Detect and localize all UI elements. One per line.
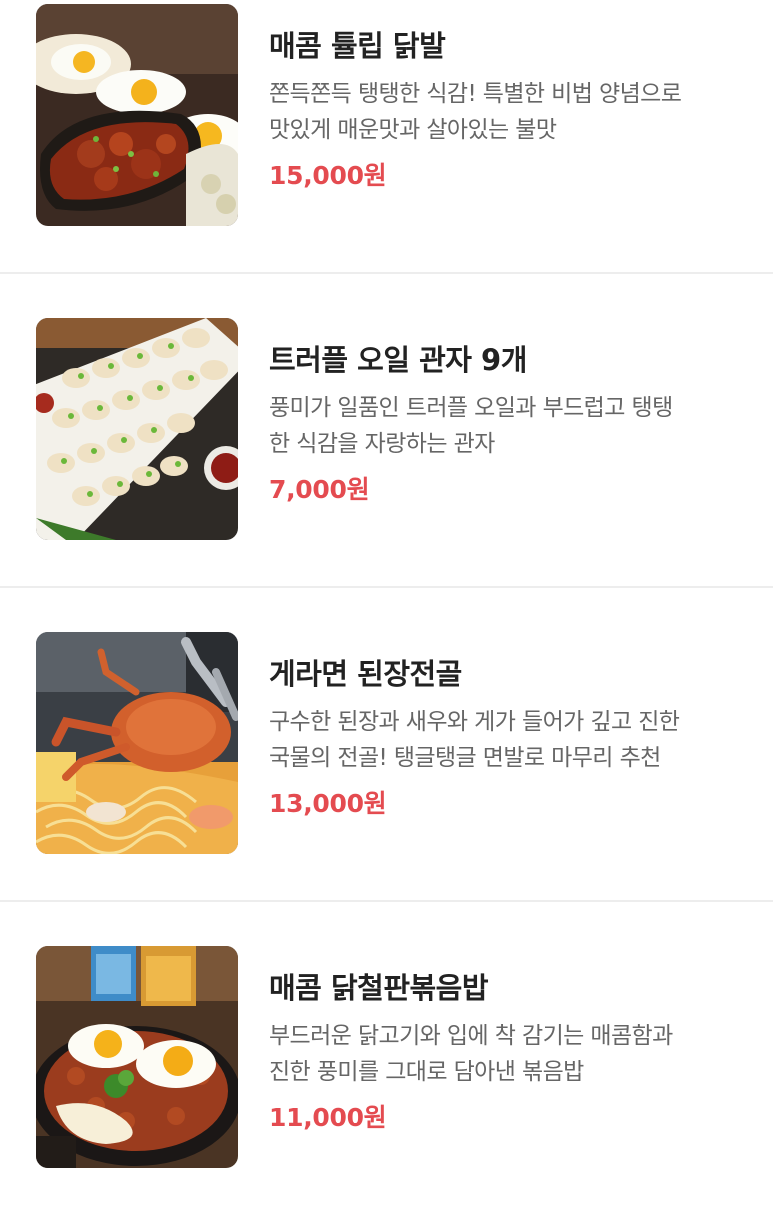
menu-item-description-line: 부드러운 닭고기와 입에 착 감기는 매콤함과 (269, 1023, 673, 1049)
menu-item-price: 7,000원 (269, 475, 370, 504)
menu-item-description: 부드러운 닭고기와 입에 착 감기는 매콤함과 진한 풍미를 그대로 담아낸 볶… (269, 1018, 744, 1090)
menu-item[interactable]: 매콤 닭철판볶음밥 부드러운 닭고기와 입에 착 감기는 매콤함과 진한 풍미를… (0, 902, 773, 1215)
menu-item-price: 11,000원 (269, 1103, 387, 1132)
menu-item-description: 구수한 된장과 새우와 게가 들어가 깊고 진한 국물의 전골! 탱글탱글 면발… (269, 704, 744, 776)
menu-item-price: 13,000원 (269, 789, 387, 818)
menu-item-name: 게라면 된장전골 (269, 657, 462, 691)
menu-item-name: 트러플 오일 관자 9개 (269, 343, 527, 377)
menu-item[interactable]: 매콤 튤립 닭발 쫀득쫀득 탱탱한 식감! 특별한 비법 양념으로 맛있게 매운… (0, 0, 773, 273)
menu-item-price: 15,000원 (269, 161, 387, 190)
menu-item-info: 매콤 닭철판볶음밥 부드러운 닭고기와 입에 착 감기는 매콤함과 진한 풍미를… (269, 968, 749, 1136)
menu-item-description-line: 쫀득쫀득 탱탱한 식감! 특별한 비법 양념으로 (269, 81, 682, 107)
menu-item-info: 트러플 오일 관자 9개 풍미가 일품인 트러플 오일과 부드럽고 탱탱 한 식… (269, 340, 749, 508)
menu-item-description-line: 국물의 전골! 탱글탱글 면발로 마무리 추천 (269, 745, 661, 771)
menu-item-info: 매콤 튤립 닭발 쫀득쫀득 탱탱한 식감! 특별한 비법 양념으로 맛있게 매운… (269, 26, 749, 194)
menu-item-photo (36, 4, 238, 226)
menu-item-description-line: 진한 풍미를 그대로 담아낸 볶음밥 (269, 1059, 584, 1085)
menu-item-info: 게라면 된장전골 구수한 된장과 새우와 게가 들어가 깊고 진한 국물의 전골… (269, 654, 749, 822)
menu-item-name: 매콤 튤립 닭발 (269, 29, 446, 63)
menu-item-description-line: 한 식감을 자랑하는 관자 (269, 431, 495, 457)
menu-item[interactable]: 게라면 된장전골 구수한 된장과 새우와 게가 들어가 깊고 진한 국물의 전골… (0, 588, 773, 901)
menu-item-description: 풍미가 일품인 트러플 오일과 부드럽고 탱탱 한 식감을 자랑하는 관자 (269, 390, 744, 462)
menu-item-photo (36, 632, 238, 854)
menu-item-description-line: 맛있게 매운맛과 살아있는 불맛 (269, 117, 557, 143)
menu-item-description: 쫀득쫀득 탱탱한 식감! 특별한 비법 양념으로 맛있게 매운맛과 살아있는 불… (269, 76, 744, 148)
menu-item-description-line: 풍미가 일품인 트러플 오일과 부드럽고 탱탱 (269, 395, 673, 421)
menu-item-photo (36, 318, 238, 540)
menu-item[interactable]: 트러플 오일 관자 9개 풍미가 일품인 트러플 오일과 부드럽고 탱탱 한 식… (0, 274, 773, 587)
menu-item-name: 매콤 닭철판볶음밥 (269, 971, 489, 1005)
menu-item-description-line: 구수한 된장과 새우와 게가 들어가 깊고 진한 (269, 709, 680, 735)
menu-item-photo (36, 946, 238, 1168)
